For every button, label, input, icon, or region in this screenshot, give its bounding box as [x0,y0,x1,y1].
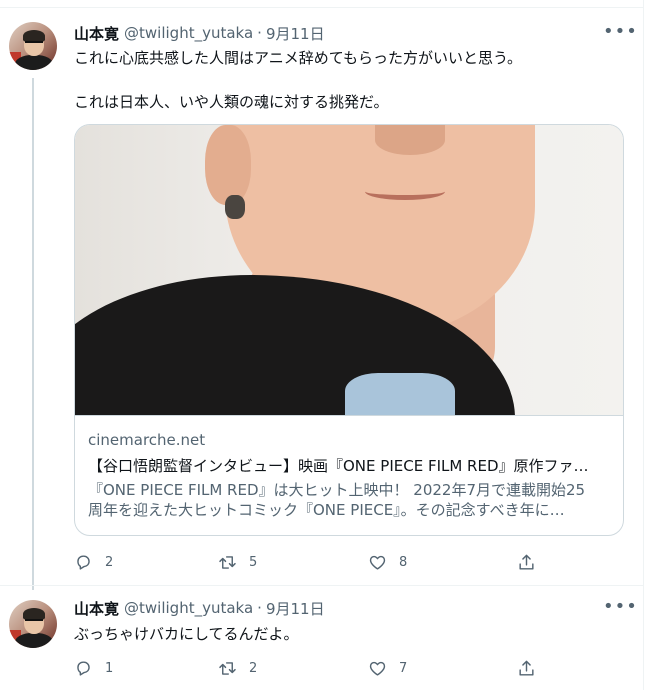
tweet-timestamp[interactable]: 9月11日 [266,23,325,44]
card-description-line: 周年を迎えた大ヒットコミック『ONE PIECE』。その記念すべき年に… [88,501,565,519]
retweet-icon [219,661,236,675]
top-divider [0,7,643,8]
tweet-divider [0,585,643,586]
retweet-count: 5 [249,554,258,570]
card-title: 【谷口悟朗監督インタビュー】映画『ONE PIECE FILM RED』原作ファ… [88,457,589,475]
retweet-count: 2 [249,660,258,676]
share-button[interactable] [517,658,536,678]
author-handle[interactable]: @twilight_yutaka [124,599,253,617]
tweet-header: 山本寛 @twilight_yutaka · 9月11日 [74,23,325,43]
separator-dot: · [257,599,262,617]
like-button[interactable]: 7 [368,658,407,678]
author-name[interactable]: 山本寛 [74,23,119,44]
author-name[interactable]: 山本寛 [74,598,119,619]
tweet-actions: 2 5 8 [74,552,554,572]
card-description-line: 『ONE PIECE FILM RED』は大ヒット上映中！ 2022年7月で連載… [88,481,586,499]
reply-icon [77,660,90,676]
tweet-actions: 1 2 7 [74,658,554,678]
thread-connector-line [32,78,34,590]
author-handle[interactable]: @twilight_yutaka [124,24,253,42]
retweet-button[interactable]: 2 [218,658,257,678]
reply-count: 1 [105,660,114,676]
more-icon[interactable]: ••• [603,22,637,42]
share-icon [519,660,534,676]
like-button[interactable]: 8 [368,552,407,572]
reply-button[interactable]: 1 [74,658,113,678]
retweet-icon [219,555,236,569]
link-card[interactable]: cinemarche.net 【谷口悟朗監督インタビュー】映画『ONE PIEC… [74,124,624,536]
reply-button[interactable]: 2 [74,552,113,572]
tweet-timestamp[interactable]: 9月11日 [266,598,325,619]
tweet-text-line: これに心底共感した人間はアニメ辞めてもらった方がいいと思う。 [74,49,523,67]
card-body[interactable]: cinemarche.net 【谷口悟朗監督インタビュー】映画『ONE PIEC… [75,415,623,535]
card-image[interactable] [75,125,623,415]
retweet-button[interactable]: 5 [218,552,257,572]
tweet-header: 山本寛 @twilight_yutaka · 9月11日 [74,598,325,618]
heart-icon [369,661,386,676]
more-icon[interactable]: ••• [603,597,637,617]
reply-icon [77,554,90,570]
avatar[interactable] [9,600,57,648]
separator-dot: · [257,24,262,42]
tweet-text-line: ぶっちゃけバカにしてるんだよ。 [74,625,299,643]
tweet-text-line: これは日本人、いや人類の魂に対する挑発だ。 [74,93,389,111]
reply-count: 2 [105,554,114,570]
avatar[interactable] [9,22,57,70]
heart-icon [369,555,386,570]
like-count: 7 [399,660,408,676]
card-domain: cinemarche.net [88,431,206,449]
like-count: 8 [399,554,408,570]
share-icon [519,554,534,570]
card-description: 『ONE PIECE FILM RED』は大ヒット上映中！ 2022年7月で連載… [88,480,614,520]
share-button[interactable] [517,552,536,572]
